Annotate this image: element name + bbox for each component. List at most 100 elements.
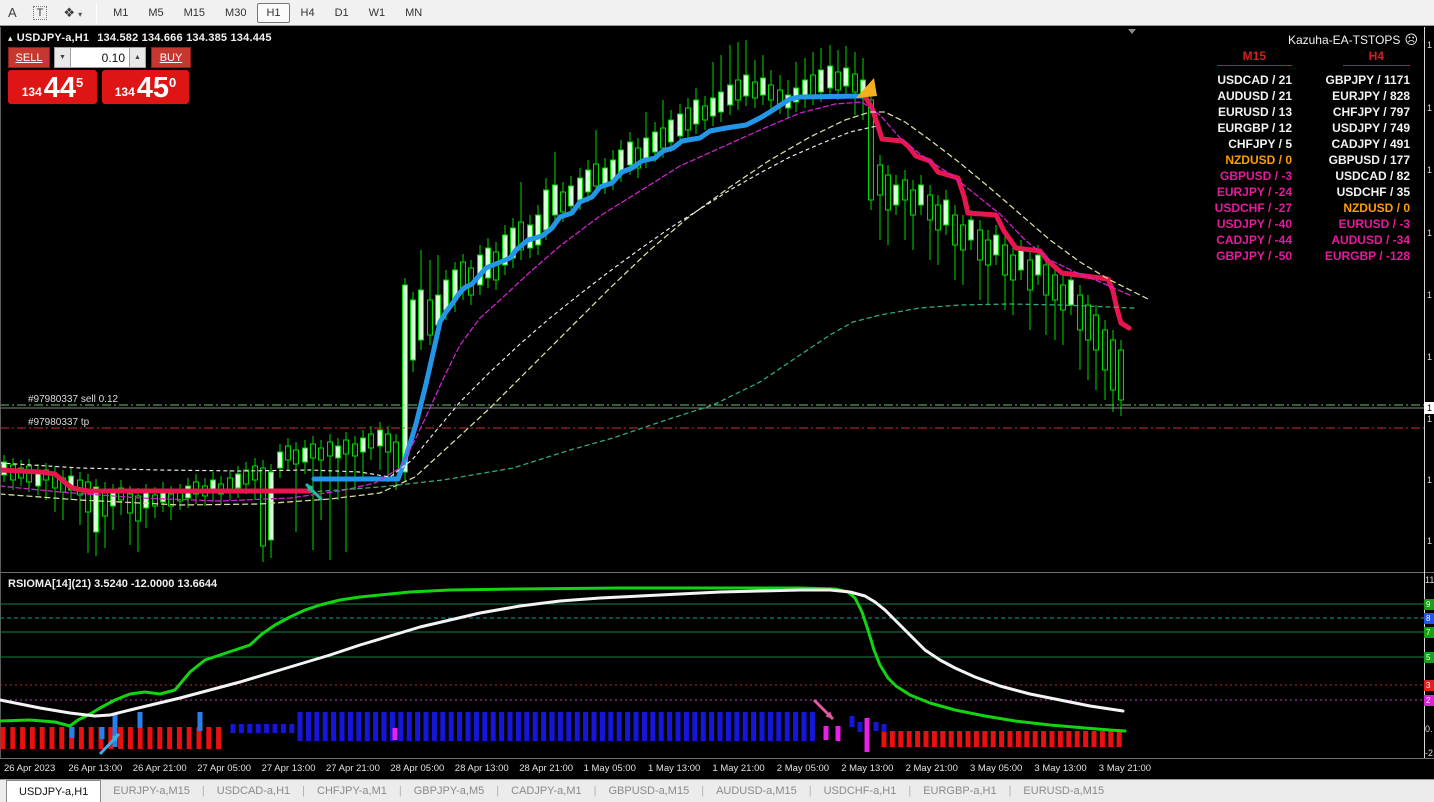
time-axis-label: 27 Apr 21:00 <box>326 763 380 774</box>
watchlist-row: EURJPY / -24 <box>1216 185 1292 199</box>
chart-tab-usdjpy-a-h1[interactable]: USDJPY-a,H1 <box>6 780 102 802</box>
ea-name-label: Kazuha-EA-TSTOPS ☹ <box>1288 32 1418 48</box>
ask-price-pip: 0 <box>169 75 177 90</box>
time-axis[interactable]: 26 Apr 2023 26 Apr 13:00 26 Apr 21:00 27 Ap… <box>0 759 1434 779</box>
chart-tab-usdcad-a-h1[interactable]: USDCAD-a,H1 <box>205 780 302 802</box>
time-axis-label: 28 Apr 13:00 <box>454 763 509 774</box>
indicator-level-badge: 3 <box>1424 680 1434 691</box>
price-tick-label: 1 <box>1427 165 1433 175</box>
time-axis-label: 28 Apr 05:00 <box>390 763 445 774</box>
watchlist-row: CHFJPY / 797 <box>1332 105 1410 119</box>
watchlist-row: USDCAD / 21 <box>1217 73 1292 87</box>
one-click-trade-panel: SELL ▼ ▲ BUY 134445 134450 <box>8 47 198 104</box>
indicator-level-badge: 7 <box>1424 627 1434 638</box>
buy-button[interactable]: BUY <box>151 47 191 68</box>
time-axis-label: 2 May 05:00 <box>776 763 830 774</box>
watchlist-row: AUDUSD / 21 <box>1217 89 1292 103</box>
time-axis-label: 26 Apr 13:00 <box>68 763 123 774</box>
chart-tab-cadjpy-a-m1[interactable]: CADJPY-a,M1 <box>499 780 594 802</box>
ohlc-values: 134.582 134.666 134.385 134.445 <box>97 32 272 44</box>
time-axis-label: 28 Apr 21:00 <box>519 763 574 774</box>
time-axis-label: 26 Apr 21:00 <box>132 763 187 774</box>
watchlist-row: EURUSD / -3 <box>1338 217 1410 231</box>
ask-price-box[interactable]: 134 45 0 <box>102 70 189 104</box>
chart-title: ▴ USDJPY-a,H1 134.582 134.666 134.385 134.… <box>8 32 272 44</box>
watchlist-row: USDJPY / 749 <box>1332 121 1410 135</box>
order-tp-line-label: #97980337 tp <box>28 417 90 428</box>
ea-face-icon: ☹ <box>1404 32 1418 47</box>
watchlist-row: AUDUSD / -34 <box>1331 233 1410 247</box>
price-tick-label: 1 <box>1427 475 1433 485</box>
time-axis-label: 27 Apr 13:00 <box>261 763 316 774</box>
lot-increase-button[interactable]: ▲ <box>129 47 146 68</box>
chart-tab-gbpjpy-a-m5[interactable]: GBPJPY-a,M5 <box>402 780 497 802</box>
mt4-window: A T ❖ ▾ M1 M5 M15 M30 H1 H4 D1 W1 MN ▴ USDJPY-a,H1… <box>0 0 1434 802</box>
sell-button-label: SELL <box>15 51 43 64</box>
chart-tab-eurjpy-a-m15[interactable]: EURJPY-a,M15 <box>101 780 202 802</box>
watchlist-row: USDJPY / -40 <box>1216 217 1292 231</box>
watchlist-row: CHFJPY / 5 <box>1228 137 1292 151</box>
watchlist-column-h4: H4 GBPJPY / 1171 EURJPY / 828 CHFJPY / 797 U… <box>1300 48 1410 264</box>
indicator-level-badge: 8 <box>1424 613 1434 624</box>
time-axis-label: 2 May 13:00 <box>841 763 894 774</box>
bid-price-box[interactable]: 134 44 5 <box>8 70 97 104</box>
chart-tab-eurusd-a-m15[interactable]: EURUSD-a,M15 <box>1011 780 1116 802</box>
watchlist-row: USDCHF / -27 <box>1214 201 1292 215</box>
indicator-level-badge: 2 <box>1424 695 1434 706</box>
ma-yellow-dashed <box>0 111 1151 506</box>
lot-decrease-button[interactable]: ▼ <box>54 47 71 68</box>
price-tick-label: 1 <box>1427 536 1433 546</box>
sell-button[interactable]: SELL <box>8 47 50 68</box>
chart-tab-eurgbp-a-h1[interactable]: EURGBP-a,H1 <box>911 780 1008 802</box>
price-tick-label: 1 <box>1427 103 1433 113</box>
chart-tab-usdchf-a-h1[interactable]: USDCHF-a,H1 <box>812 780 909 802</box>
price-tick-label: 1 <box>1427 414 1433 424</box>
watchlist-row: GBPJPY / -50 <box>1216 249 1292 263</box>
watchlist-row: CADJPY / 491 <box>1331 137 1411 151</box>
time-axis-label: 27 Apr 05:00 <box>197 763 252 774</box>
price-tick-label: 1 <box>1427 40 1433 50</box>
watchlist-header-h4: H4 <box>1342 48 1410 66</box>
chart-tab-chfjpy-a-m1[interactable]: CHFJPY-a,M1 <box>305 780 399 802</box>
bid-price-prefix: 134 <box>21 85 42 99</box>
chart-tab-gbpusd-a-m15[interactable]: GBPUSD-a,M15 <box>597 780 702 802</box>
sell-signal-arrow <box>856 78 877 98</box>
watchlist-row: CADJPY / -44 <box>1216 233 1292 247</box>
buy-button-label: BUY <box>159 51 183 64</box>
autoscroll-marker <box>1128 29 1136 34</box>
watchlist-row: EURGBP / -128 <box>1324 249 1410 263</box>
current-price-marker: 1 <box>1424 402 1434 414</box>
ea-name-text: Kazuha-EA-TSTOPS <box>1287 33 1401 47</box>
time-axis-label: 26 Apr 2023 <box>4 763 56 774</box>
lot-size-input[interactable] <box>71 47 129 68</box>
time-axis-label: 2 May 21:00 <box>905 763 958 774</box>
ask-price-main: 45 <box>136 72 170 104</box>
time-axis-label: 3 May 21:00 <box>1098 763 1152 774</box>
ma-green-dashed <box>309 303 1135 493</box>
chart-tab-audusd-a-m15[interactable]: AUDUSD-a,M15 <box>704 780 809 802</box>
symbol-triangle-icon: ▴ <box>8 33 13 43</box>
watchlist-row: USDCHF / 35 <box>1336 185 1410 199</box>
ma-magenta-dashed <box>0 101 1133 502</box>
indicator-scale-label: 11 <box>1425 575 1434 585</box>
watchlist-column-m15: M15 USDCAD / 21 AUDUSD / 21 EURUSD / 13 EURG… <box>1152 48 1292 264</box>
price-tick-label: 1 <box>1427 352 1433 362</box>
watchlist-row: EURGBP / 12 <box>1217 121 1292 135</box>
watchlist-row: GBPJPY / 1171 <box>1325 73 1410 87</box>
rsioma-line <box>0 586 1127 733</box>
watchlist-row: EURUSD / 13 <box>1217 105 1292 119</box>
bid-price-pip: 5 <box>76 75 84 90</box>
indicator-title: RSIOMA[14](21) 3.5240 -12.0000 13.6644 <box>8 578 218 590</box>
price-tick-label: 1 <box>1427 228 1433 238</box>
watchlist-row: USDCAD / 82 <box>1335 169 1410 183</box>
order-sell-line-label: #97980337 sell 0.12 <box>28 394 119 405</box>
watchlist-row: NZDUSD / 0 <box>1343 201 1410 215</box>
indicator-scale-label: -2 <box>1425 748 1434 758</box>
ask-price-prefix: 134 <box>114 85 135 99</box>
watchlist-header-m15: M15 <box>1216 48 1292 66</box>
indicator-histogram <box>0 712 1122 752</box>
price-tick-label: 1 <box>1427 290 1433 300</box>
time-axis-label: 3 May 05:00 <box>970 763 1023 774</box>
time-axis-label: 1 May 13:00 <box>648 763 701 774</box>
candlesticks <box>1 40 1124 562</box>
